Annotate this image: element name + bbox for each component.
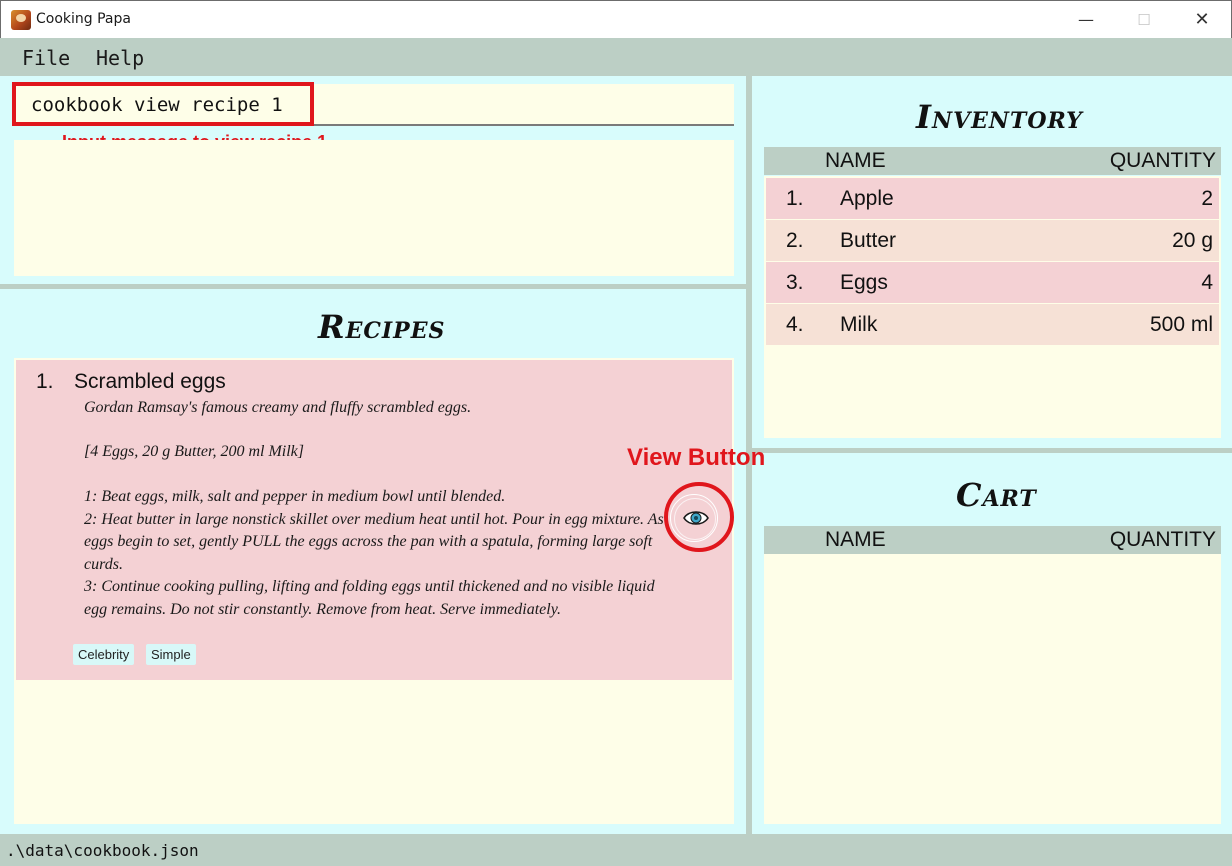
inventory-row[interactable]: 3. Eggs 4 [766, 262, 1219, 303]
inventory-row-name: Butter [840, 229, 897, 252]
inventory-row[interactable]: 4. Milk 500 ml [766, 304, 1219, 345]
inventory-row[interactable]: 1. Apple 2 [766, 178, 1219, 219]
view-button-annotation-label: View Button [627, 444, 766, 471]
maximize-button[interactable]: ☐ [1115, 1, 1173, 39]
inventory-row-quantity: 20 g [1172, 229, 1213, 252]
cart-list[interactable] [764, 554, 1221, 824]
menu-bar: File Help [0, 38, 1232, 76]
recipe-name: Scrambled eggs [74, 370, 226, 393]
recipe-description: Gordan Ramsay's famous creamy and fluffy… [84, 399, 472, 416]
inventory-row-quantity: 2 [1201, 187, 1213, 210]
window-title: Cooking Papa [36, 11, 131, 27]
inventory-list[interactable]: 1. Apple 2 2. Butter 20 g 3. Eggs 4 4. M… [764, 176, 1221, 438]
cart-table-header: NAME QUANTITY [764, 526, 1221, 554]
recipe-step: 2: Heat butter in large nonstick skillet… [84, 510, 664, 573]
inventory-row-name: Milk [840, 313, 878, 336]
left-horizontal-divider[interactable] [0, 284, 746, 289]
recipe-steps: 1: Beat eggs, milk, salt and pepper in m… [84, 486, 664, 621]
recipe-index: 1. [36, 370, 54, 393]
close-button[interactable]: ✕ [1173, 1, 1231, 39]
command-annotation-box [12, 82, 314, 126]
inventory-row-name: Eggs [840, 271, 888, 294]
recipe-ingredients: [4 Eggs, 20 g Butter, 200 ml Milk] [84, 443, 304, 460]
inventory-row-index: 4. [786, 313, 804, 336]
inventory-column-quantity: QUANTITY [1109, 149, 1216, 172]
inventory-row-index: 2. [786, 229, 804, 252]
status-bar: .\data\cookbook.json [0, 834, 1232, 866]
inventory-heading: Inventory [916, 98, 1083, 136]
inventory-row-name: Apple [840, 187, 894, 210]
inventory-row-quantity: 4 [1201, 271, 1213, 294]
result-display [14, 140, 734, 276]
inventory-row[interactable]: 2. Butter 20 g [766, 220, 1219, 261]
right-horizontal-divider[interactable] [752, 448, 1232, 453]
recipe-tag: Simple [146, 644, 196, 665]
title-bar: Cooking Papa — ☐ ✕ [0, 0, 1232, 38]
inventory-row-index: 1. [786, 187, 804, 210]
data-file-path: .\data\cookbook.json [6, 841, 199, 860]
view-button-annotation-circle [664, 482, 734, 552]
menu-help[interactable]: Help [96, 46, 144, 70]
app-icon [11, 10, 31, 30]
recipe-tag: Celebrity [73, 644, 135, 665]
minimize-button[interactable]: — [1057, 1, 1115, 39]
inventory-table-header: NAME QUANTITY [764, 147, 1221, 175]
recipe-step: 1: Beat eggs, milk, salt and pepper in m… [84, 488, 506, 505]
menu-file[interactable]: File [22, 46, 70, 70]
recipe-step: 3: Continue cooking pulling, lifting and… [84, 578, 655, 618]
recipes-heading: Recipes [318, 308, 446, 346]
cart-column-name: NAME [825, 528, 886, 551]
cart-column-quantity: QUANTITY [1109, 528, 1216, 551]
cart-heading: Cart [956, 476, 1037, 514]
inventory-column-name: NAME [825, 149, 886, 172]
inventory-row-quantity: 500 ml [1149, 313, 1213, 336]
inventory-row-index: 3. [786, 271, 804, 294]
